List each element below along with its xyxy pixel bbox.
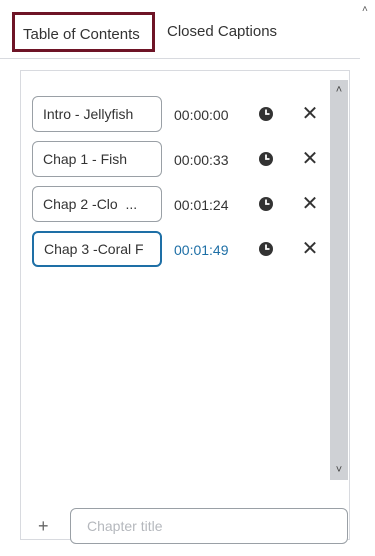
- scroll-up-icon[interactable]: ˄: [362, 4, 368, 15]
- chapter-timestamp: 00:01:49: [174, 242, 229, 258]
- add-chapter-row: +: [32, 508, 352, 544]
- close-icon[interactable]: ✕: [300, 147, 320, 171]
- chapter-timestamp: 00:00:00: [174, 107, 229, 123]
- close-icon[interactable]: ✕: [300, 237, 320, 261]
- tab-bar: Table of Contents Closed Captions: [0, 0, 360, 59]
- chapter-list-scrollbar[interactable]: ˄ ˅: [330, 80, 348, 480]
- clock-icon[interactable]: [258, 151, 274, 167]
- toc-panel: Table of Contents Closed Captions ˄ ˅ 00…: [0, 0, 360, 556]
- chapter-timestamp: 00:00:33: [174, 152, 229, 168]
- chapter-title-input[interactable]: [32, 186, 162, 222]
- clock-icon[interactable]: [258, 241, 274, 257]
- chapter-row: 00:00:33 ✕: [32, 141, 332, 179]
- chapter-timestamp: 00:01:24: [174, 197, 229, 213]
- clock-icon[interactable]: [258, 106, 274, 122]
- close-icon[interactable]: ✕: [300, 102, 320, 126]
- chapter-row-active: 00:01:49 ✕: [32, 231, 332, 269]
- chapter-row: 00:01:24 ✕: [32, 186, 332, 224]
- scroll-down-icon[interactable]: ˅: [333, 464, 345, 476]
- panel-scrollbar[interactable]: ˄: [360, 0, 375, 556]
- chapter-title-input[interactable]: [32, 231, 162, 267]
- tab-table-of-contents[interactable]: Table of Contents: [12, 12, 155, 52]
- scroll-up-icon[interactable]: ˄: [333, 84, 345, 96]
- add-chapter-button[interactable]: +: [38, 516, 49, 537]
- chapter-row: 00:00:00 ✕: [32, 96, 332, 134]
- chapter-title-input[interactable]: [32, 141, 162, 177]
- close-icon[interactable]: ✕: [300, 192, 320, 216]
- tab-closed-captions[interactable]: Closed Captions: [157, 12, 287, 52]
- chapter-title-input[interactable]: [32, 96, 162, 132]
- clock-icon[interactable]: [258, 196, 274, 212]
- chapter-title-field[interactable]: [70, 508, 348, 544]
